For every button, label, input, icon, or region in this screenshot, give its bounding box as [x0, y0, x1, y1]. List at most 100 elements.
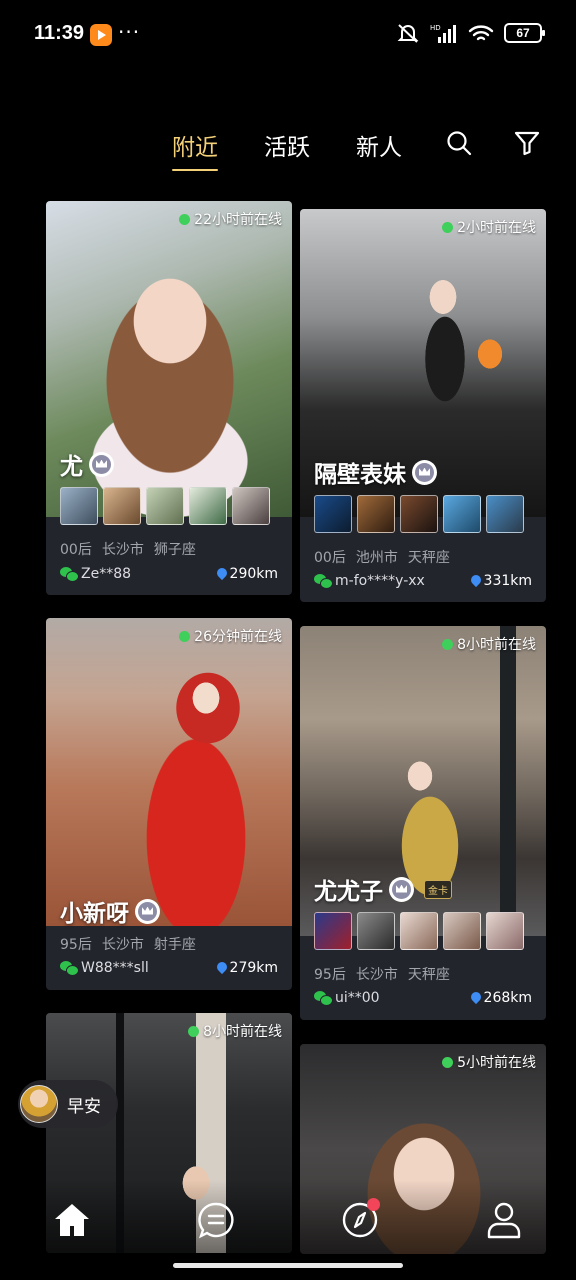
wechat-id: ui**00: [314, 990, 380, 1006]
user-card[interactable]: 22小时前在线 尤 00后 长沙市 狮子座 Ze**88 290km: [46, 201, 292, 595]
user-card[interactable]: 8小时前在线 尤尤子 金卡 95后 长沙市 天秤座 ui**00 268km: [300, 626, 546, 1020]
distance: 331km: [471, 573, 532, 589]
zodiac: 天秤座: [407, 550, 450, 566]
signal-icon: HD: [430, 24, 456, 43]
tab-new[interactable]: 新人: [356, 128, 402, 162]
wechat-id: Ze**88: [60, 566, 131, 582]
profile-icon: [487, 1202, 521, 1239]
online-dot: [188, 1025, 200, 1037]
city: 长沙市: [355, 967, 398, 983]
home-indicator[interactable]: [173, 1263, 403, 1268]
wechat-text: W88***sll: [81, 960, 149, 976]
thumbnail[interactable]: [103, 487, 141, 525]
online-dot: [179, 630, 191, 642]
user-card[interactable]: 26分钟前在线 小新呀 95后 长沙市 射手座 W88***sll 279km: [46, 618, 292, 990]
greeting-bubble[interactable]: 早安: [18, 1080, 118, 1128]
thumbnail[interactable]: [314, 912, 352, 950]
distance: 290km: [217, 566, 278, 582]
distance: 268km: [471, 990, 532, 1006]
location-pin-icon: [471, 575, 481, 588]
crown-icon: [89, 451, 114, 477]
thumbnail[interactable]: [443, 495, 481, 533]
online-text: 2小时前在线: [457, 220, 536, 236]
online-text: 5小时前在线: [457, 1055, 536, 1071]
online-status: 5小时前在线: [442, 1052, 536, 1072]
zodiac: 天秤座: [407, 967, 450, 983]
tab-nearby[interactable]: 附近: [172, 128, 218, 171]
bottom-nav: [0, 1180, 576, 1260]
crown-icon: [412, 459, 437, 485]
thumbnail[interactable]: [400, 912, 438, 950]
city: 长沙市: [101, 542, 144, 558]
thumbnail[interactable]: [443, 912, 481, 950]
name-row: 尤尤子 金卡: [314, 872, 452, 906]
user-name: 小新呀: [60, 901, 129, 927]
age-group: 00后: [60, 542, 92, 558]
location-pin-icon: [217, 962, 227, 975]
wechat-id: W88***sll: [60, 960, 149, 976]
city: 池州市: [355, 550, 398, 566]
nav-home[interactable]: [50, 1198, 94, 1242]
online-status: 26分钟前在线: [179, 626, 282, 646]
city: 长沙市: [101, 937, 144, 953]
wechat-id: m-fo****y-xx: [314, 573, 425, 589]
user-info: 95后 长沙市 天秤座: [314, 964, 460, 984]
user-photo: [46, 618, 292, 926]
nav-messages[interactable]: [194, 1198, 238, 1242]
thumbnail[interactable]: [314, 495, 352, 533]
crown-icon: [135, 898, 160, 924]
online-text: 8小时前在线: [203, 1024, 282, 1040]
filter-icon[interactable]: [514, 130, 540, 160]
zodiac: 射手座: [153, 937, 196, 953]
tab-active-label: 活跃: [264, 135, 310, 161]
nav-profile[interactable]: [482, 1198, 526, 1242]
online-dot: [442, 221, 454, 233]
nav-discover[interactable]: [338, 1198, 382, 1242]
tab-new-label: 新人: [356, 135, 402, 161]
online-status: 22小时前在线: [179, 209, 282, 229]
thumbnail[interactable]: [232, 487, 270, 525]
age-group: 00后: [314, 550, 346, 566]
home-icon: [55, 1204, 89, 1236]
distance-text: 268km: [483, 990, 532, 1006]
thumbnail[interactable]: [60, 487, 98, 525]
app-notification-icon: [90, 24, 112, 46]
system-icons: HD 67: [396, 22, 545, 44]
online-text: 26分钟前在线: [194, 629, 282, 645]
photo-thumbnails: [314, 912, 524, 950]
user-info: 00后 长沙市 狮子座: [60, 539, 206, 559]
distance-text: 279km: [229, 960, 278, 976]
online-status: 8小时前在线: [442, 634, 536, 654]
notification-dot: [367, 1198, 380, 1211]
zodiac: 狮子座: [153, 542, 196, 558]
thumbnail[interactable]: [486, 912, 524, 950]
online-dot: [442, 1056, 454, 1068]
user-name: 隔壁表妹: [314, 462, 406, 488]
active-tab-underline: [172, 169, 218, 171]
more-notifications-icon: ···: [118, 20, 141, 44]
thumbnail[interactable]: [357, 912, 395, 950]
online-dot: [442, 638, 454, 650]
svg-text:HD: HD: [430, 24, 441, 32]
avatar: [20, 1085, 58, 1123]
wechat-icon: [60, 567, 79, 582]
user-card[interactable]: 2小时前在线 隔壁表妹 00后 池州市 天秤座 m-fo****y-xx 331km: [300, 209, 546, 602]
wechat-text: ui**00: [335, 990, 380, 1006]
name-row: 小新呀: [60, 894, 160, 928]
crown-icon: [389, 876, 414, 902]
tab-active[interactable]: 活跃: [264, 128, 310, 162]
wifi-icon: [468, 25, 494, 41]
search-icon[interactable]: [446, 130, 472, 160]
online-status: 8小时前在线: [188, 1021, 282, 1041]
name-row: 尤: [60, 447, 114, 481]
thumbnail[interactable]: [357, 495, 395, 533]
contact-row: m-fo****y-xx 331km: [314, 573, 532, 589]
thumbnail[interactable]: [400, 495, 438, 533]
online-dot: [179, 213, 191, 225]
thumbnail[interactable]: [146, 487, 184, 525]
user-name: 尤尤子: [314, 879, 383, 905]
thumbnail[interactable]: [486, 495, 524, 533]
thumbnail[interactable]: [189, 487, 227, 525]
location-pin-icon: [471, 992, 481, 1005]
status-bar: 11:39 ··· HD 67: [0, 0, 576, 70]
